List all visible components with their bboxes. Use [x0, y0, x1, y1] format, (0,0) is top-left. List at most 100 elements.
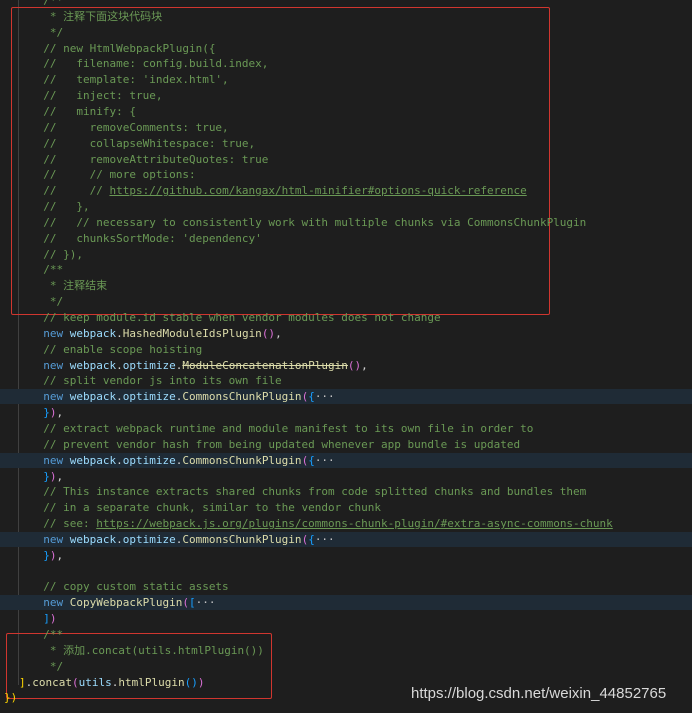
code-token: // template: 'index.html',	[43, 73, 229, 86]
code-token: CommonsChunkPlugin	[182, 533, 302, 546]
code-token: .	[116, 327, 123, 340]
code-line[interactable]: // enable scope hoisting	[30, 342, 202, 358]
code-line[interactable]: }),	[30, 405, 63, 421]
code-token: // split vendor js into its own file	[43, 374, 282, 387]
code-line[interactable]: // filename: config.build.index,	[30, 56, 268, 72]
watermark-text: https://blog.csdn.net/weixin_44852765	[411, 685, 667, 702]
code-token: // minify: {	[43, 105, 136, 118]
code-line[interactable]: // chunksSortMode: 'dependency'	[30, 231, 262, 247]
code-token: * 注释下面这块代码块	[49, 10, 163, 23]
code-line[interactable]: // },	[30, 199, 89, 215]
code-line[interactable]: // removeAttributeQuotes: true	[30, 152, 268, 168]
code-line[interactable]: // split vendor js into its own file	[30, 373, 282, 389]
code-token: // removeComments: true,	[43, 121, 229, 134]
code-line[interactable]: * 注释下面这块代码块	[30, 9, 162, 25]
code-line[interactable]: new webpack.optimize.CommonsChunkPlugin(…	[30, 389, 335, 405]
code-token: new	[43, 596, 70, 609]
code-token: optimize	[122, 533, 176, 546]
code-token: new	[43, 359, 70, 372]
code-token: }	[43, 549, 50, 562]
code-line[interactable]: ].concat(utils.htmlPlugin())	[19, 675, 204, 691]
code-line[interactable]: // prevent vendor hash from being update…	[30, 437, 520, 453]
fold-ellipsis[interactable]: ···	[315, 454, 335, 467]
code-token: )	[49, 406, 57, 419]
code-line[interactable]: // new HtmlWebpackPlugin({	[30, 41, 215, 57]
code-line[interactable]: new webpack.optimize.CommonsChunkPlugin(…	[30, 532, 335, 548]
code-token: ,	[56, 470, 64, 483]
code-line[interactable]: */	[30, 294, 63, 310]
code-token: new	[43, 327, 70, 340]
code-line[interactable]: // see: https://webpack.js.org/plugins/c…	[30, 516, 613, 532]
code-line[interactable]: // copy custom static assets	[30, 579, 228, 595]
fold-ellipsis[interactable]: ···	[315, 390, 335, 403]
code-line[interactable]: */	[30, 659, 63, 675]
code-line[interactable]: // }),	[30, 247, 83, 263]
code-line[interactable]: // inject: true,	[30, 88, 162, 104]
code-line[interactable]: }),	[30, 548, 63, 564]
code-line[interactable]: new CopyWebpackPlugin([···	[30, 595, 215, 611]
code-token: // //	[43, 184, 110, 197]
code-line[interactable]: /**	[30, 262, 63, 278]
code-line[interactable]: // in a separate chunk, similar to the v…	[30, 500, 381, 516]
code-token: HashedModuleIdsPlugin	[122, 327, 262, 340]
code-line[interactable]: // extract webpack runtime and module ma…	[30, 421, 533, 437]
code-line[interactable]: new webpack.optimize.ModuleConcatenation…	[30, 358, 368, 374]
code-token[interactable]: https://github.com/kangax/html-minifier#…	[109, 184, 526, 197]
code-token: })	[4, 691, 18, 704]
code-token: )	[197, 676, 205, 689]
code-token: ()	[261, 327, 276, 340]
code-token: new	[43, 454, 70, 467]
code-token: // // more options:	[43, 168, 196, 181]
code-line[interactable]: // This instance extracts shared chunks …	[30, 484, 586, 500]
code-token: // This instance extracts shared chunks …	[43, 485, 587, 498]
code-line[interactable]: // // more options:	[30, 167, 196, 183]
code-token: // new HtmlWebpackPlugin({	[43, 42, 216, 55]
code-line[interactable]: // minify: {	[30, 104, 136, 120]
code-line[interactable]: }),	[30, 469, 63, 485]
code-line[interactable]: * 添加.concat(utils.htmlPlugin())	[30, 643, 264, 659]
code-line[interactable]: /**	[30, 627, 63, 643]
code-token: // in a separate chunk, similar to the v…	[43, 501, 382, 514]
code-editor[interactable]: /** * 注释下面这块代码块 */ // new HtmlWebpackPlu…	[0, 0, 692, 713]
code-line[interactable]: // // necessary to consistently work wit…	[30, 215, 586, 231]
code-line[interactable]: })	[4, 690, 17, 706]
code-line[interactable]: // removeComments: true,	[30, 120, 229, 136]
code-token[interactable]: https://webpack.js.org/plugins/commons-c…	[96, 517, 613, 530]
code-line[interactable]: // keep module.id stable when vendor mod…	[30, 310, 440, 326]
code-token: webpack	[69, 533, 117, 546]
code-line[interactable]: new webpack.optimize.CommonsChunkPlugin(…	[30, 453, 335, 469]
fold-ellipsis[interactable]: ···	[315, 533, 335, 546]
code-line[interactable]: /**	[30, 0, 63, 9]
code-token: .	[116, 454, 123, 467]
code-line[interactable]: // // https://github.com/kangax/html-min…	[30, 183, 526, 199]
code-line[interactable]: * 注释结束	[30, 278, 107, 294]
code-line[interactable]: new webpack.HashedModuleIdsPlugin(),	[30, 326, 281, 342]
code-line[interactable]: // template: 'index.html',	[30, 72, 229, 88]
code-line[interactable]: ])	[30, 611, 56, 627]
fold-ellipsis[interactable]: ···	[196, 596, 216, 609]
code-line[interactable]: // collapseWhitespace: true,	[30, 136, 255, 152]
code-token: // extract webpack runtime and module ma…	[43, 422, 534, 435]
code-line[interactable]: */	[30, 25, 63, 41]
